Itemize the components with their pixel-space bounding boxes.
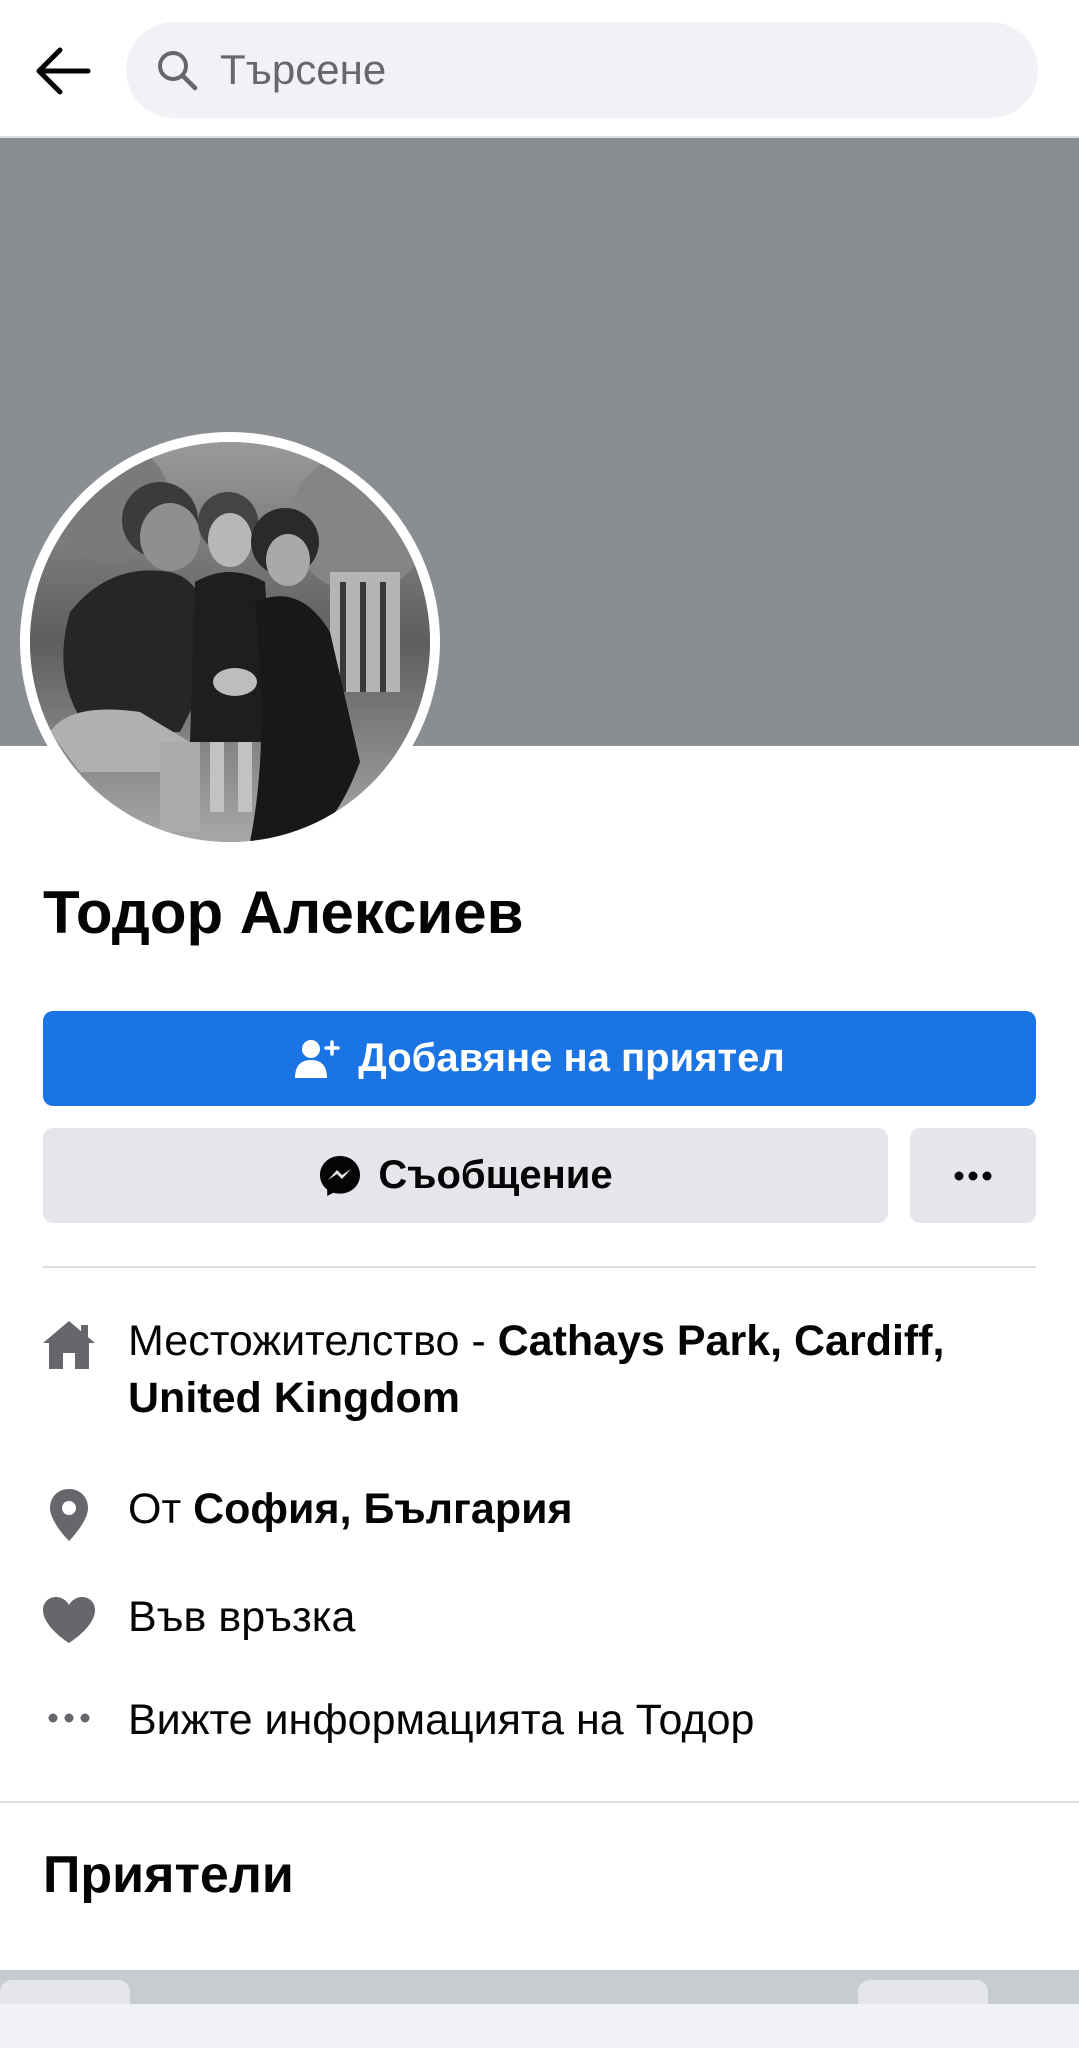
location-pin-icon xyxy=(30,1481,108,1543)
arrow-left-icon xyxy=(36,47,91,95)
friends-section-title: Приятели xyxy=(43,1846,294,1904)
more-dots-icon xyxy=(30,1692,108,1724)
add-friend-label: Добавяне на приятел xyxy=(358,1036,785,1080)
see-info-text[interactable]: Вижте информацията на Тодор xyxy=(128,1692,754,1749)
top-bar: Търсене xyxy=(0,0,1079,138)
message-button[interactable]: Съобщение xyxy=(43,1128,888,1223)
bottom-edge xyxy=(0,2004,1079,2048)
profile-name: Тодор Алексиев xyxy=(43,879,524,946)
search-placeholder: Търсене xyxy=(220,46,387,93)
heart-icon xyxy=(30,1589,108,1645)
search-input[interactable]: Търсене xyxy=(126,22,1038,118)
section-divider xyxy=(0,1801,1079,1803)
more-options-button[interactable] xyxy=(910,1128,1036,1223)
add-friend-icon xyxy=(295,1039,340,1078)
avatar[interactable] xyxy=(30,442,430,842)
residence-row: Местожителство - Cathays Park, Cardiff, … xyxy=(30,1313,1040,1427)
message-label: Съобщение xyxy=(378,1153,613,1197)
from-prefix: От xyxy=(128,1485,194,1533)
more-dots-icon xyxy=(954,1171,992,1180)
see-info-row[interactable]: Вижте информацията на Тодор xyxy=(30,1692,1040,1749)
profile-photo-image xyxy=(30,442,430,842)
hometown-text: От София, България xyxy=(128,1481,573,1538)
divider xyxy=(43,1266,1036,1268)
home-icon xyxy=(30,1313,108,1371)
search-icon xyxy=(156,48,200,92)
add-friend-button[interactable]: Добавяне на приятел xyxy=(43,1011,1036,1106)
residence-prefix: Местожителство - xyxy=(128,1317,498,1365)
hometown-value[interactable]: София, България xyxy=(193,1485,573,1533)
back-button[interactable] xyxy=(30,38,96,104)
relationship-text: Във връзка xyxy=(128,1593,356,1641)
residence-text: Местожителство - Cathays Park, Cardiff, … xyxy=(128,1313,1040,1427)
messenger-icon xyxy=(320,1155,361,1196)
relationship-row: Във връзка xyxy=(30,1589,1040,1646)
hometown-row: От София, България xyxy=(30,1481,1040,1543)
